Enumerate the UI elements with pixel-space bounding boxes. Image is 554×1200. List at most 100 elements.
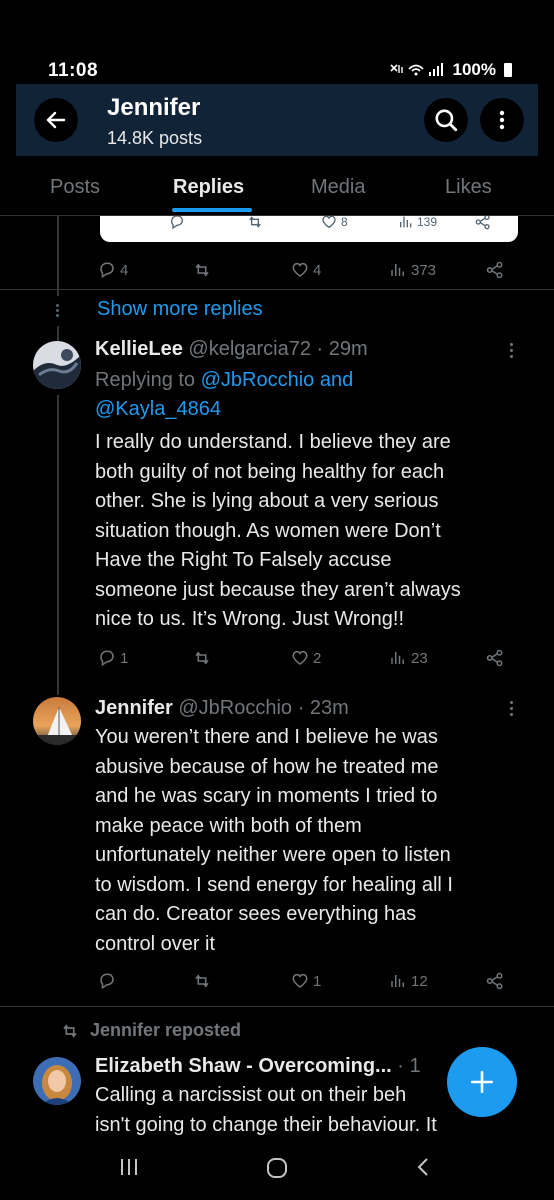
text-line: can do. Creator sees everything has xyxy=(95,903,417,925)
compose-button[interactable] xyxy=(447,1047,517,1117)
text-line: You weren’t there and I believe he was xyxy=(95,726,438,748)
tweet1-more-icon[interactable] xyxy=(510,343,514,361)
show-more-replies-link[interactable]: Show more replies xyxy=(97,298,263,321)
reply-count: 4 xyxy=(120,261,129,279)
replying-users-link[interactable]: @JbRocchio and xyxy=(201,369,354,391)
reply-icon xyxy=(100,973,114,990)
home-icon xyxy=(267,1158,287,1178)
tweet2-views-button[interactable]: 12 xyxy=(389,972,428,990)
replying-prefix: Replying to xyxy=(95,369,196,391)
prev-reply-button[interactable]: 4 xyxy=(98,261,128,279)
heart-icon xyxy=(292,262,308,277)
tab-posts[interactable]: Posts xyxy=(50,176,100,199)
tweet3-time: · 1 xyxy=(397,1055,421,1077)
status-indicators: 100% xyxy=(389,60,512,80)
tweet2-header: Jennifer @JbRocchio · 23m xyxy=(95,697,349,720)
thread-line xyxy=(57,395,59,695)
recent-apps-icon xyxy=(121,1159,137,1175)
avatar-kellielee[interactable] xyxy=(33,341,81,389)
text-line: other. She is lying about a very serious xyxy=(95,490,439,512)
status-time: 11:08 xyxy=(48,60,99,81)
tweet2-handle[interactable]: @JbRocchio xyxy=(178,697,292,719)
tweet1-replying-to: Replying to @JbRocchio and @Kayla_4864 xyxy=(95,366,353,424)
prev-like-button[interactable]: 4 xyxy=(291,261,321,279)
like-count: 2 xyxy=(313,649,322,667)
back-nav-button[interactable] xyxy=(413,1156,435,1185)
recent-apps-button[interactable] xyxy=(118,1156,140,1185)
views-count: 12 xyxy=(411,972,428,990)
replying-user2-link[interactable]: @Kayla_4864 xyxy=(95,398,221,420)
share-icon xyxy=(486,972,503,990)
share-icon xyxy=(475,214,490,230)
chevron-left-icon xyxy=(417,1158,428,1176)
prev-share-button[interactable] xyxy=(486,261,504,279)
tweet1-name[interactable]: KellieLee xyxy=(95,338,183,360)
qc-views[interactable]: 139 xyxy=(398,214,437,230)
tweet1-text: I really do understand. I believe they a… xyxy=(95,428,525,635)
profile-name: Jennifer xyxy=(107,94,201,121)
tab-likes[interactable]: Likes xyxy=(445,176,492,199)
tweet1-like-button[interactable]: 2 xyxy=(291,649,321,667)
share-icon xyxy=(486,261,503,279)
text-line: isn't going to change their behaviour. I… xyxy=(95,1113,437,1136)
tab-replies[interactable]: Replies xyxy=(173,176,244,199)
tweet1-handle[interactable]: @kelgarcia72 xyxy=(188,338,311,360)
prev-views-button[interactable]: 373 xyxy=(389,261,436,279)
text-line: unfortunately neither were open to liste… xyxy=(95,844,451,866)
thread-dots xyxy=(54,302,62,317)
repost-icon xyxy=(63,1023,77,1038)
reply-count: 1 xyxy=(120,649,129,667)
like-count: 1 xyxy=(313,972,322,990)
share-icon xyxy=(486,649,503,667)
profile-tabs: Posts Replies Media Likes xyxy=(0,156,554,216)
views-count: 23 xyxy=(411,649,428,667)
arrow-left-icon xyxy=(46,111,66,129)
tweet2-text: You weren’t there and I believe he was a… xyxy=(95,723,525,959)
qc-repost[interactable] xyxy=(246,214,264,230)
repost-icon xyxy=(195,974,209,988)
active-tab-indicator xyxy=(172,208,252,212)
tweet3-name[interactable]: Elizabeth Shaw - Overcoming... xyxy=(95,1055,392,1077)
text-line: abusive because of how he treated me xyxy=(95,755,439,778)
thread-line xyxy=(57,326,59,342)
home-button[interactable] xyxy=(265,1156,289,1187)
text-line: to wisdom. I send energy for healing all… xyxy=(95,873,453,896)
views-icon xyxy=(391,975,404,987)
more-options-button[interactable] xyxy=(480,98,524,142)
tweet1-reply-button[interactable]: 1 xyxy=(98,649,128,667)
qc-reply[interactable] xyxy=(168,214,186,230)
text-line: make peace with both of them xyxy=(95,814,362,837)
tab-media[interactable]: Media xyxy=(311,176,365,199)
like-count: 4 xyxy=(313,261,322,279)
tweet2-time: · 23m xyxy=(297,697,349,719)
search-icon xyxy=(435,109,458,132)
back-button[interactable] xyxy=(34,98,78,142)
tweet2-like-button[interactable]: 1 xyxy=(291,972,321,990)
avatar-elizabeth-shaw[interactable] xyxy=(33,1057,81,1105)
tweet2-more-icon[interactable] xyxy=(510,701,514,719)
avatar-jennifer[interactable] xyxy=(33,697,81,745)
divider xyxy=(0,1006,554,1007)
tweet1-share-button[interactable] xyxy=(486,649,504,667)
qc-share[interactable] xyxy=(474,214,492,230)
prev-repost-button[interactable] xyxy=(193,261,211,279)
text-line: and he was scary in moments I tried to xyxy=(95,785,438,807)
reply-icon xyxy=(170,215,184,230)
tweet2-share-button[interactable] xyxy=(486,972,504,990)
repost-label: Jennifer reposted xyxy=(60,1020,241,1041)
tweet1-views-button[interactable]: 23 xyxy=(389,649,428,667)
tweet1-repost-button[interactable] xyxy=(193,649,211,667)
heart-icon xyxy=(292,973,308,988)
text-line: nice to us. It’s Wrong. Just Wrong!! xyxy=(95,608,405,630)
search-button[interactable] xyxy=(424,98,468,142)
qc-like[interactable]: 8 xyxy=(320,214,348,230)
repost-label-text: Jennifer reposted xyxy=(90,1020,242,1040)
thread-line xyxy=(57,216,59,296)
text-line: situation though. As women were Don’t xyxy=(95,519,441,542)
views-icon xyxy=(391,264,404,276)
tweet2-reply-button[interactable] xyxy=(98,972,116,990)
tweet2-repost-button[interactable] xyxy=(193,972,211,990)
profile-header: Jennifer 14.8K posts xyxy=(16,84,538,156)
tweet2-name[interactable]: Jennifer xyxy=(95,697,173,719)
tweet3-header: Elizabeth Shaw - Overcoming... · 1 xyxy=(95,1055,421,1078)
